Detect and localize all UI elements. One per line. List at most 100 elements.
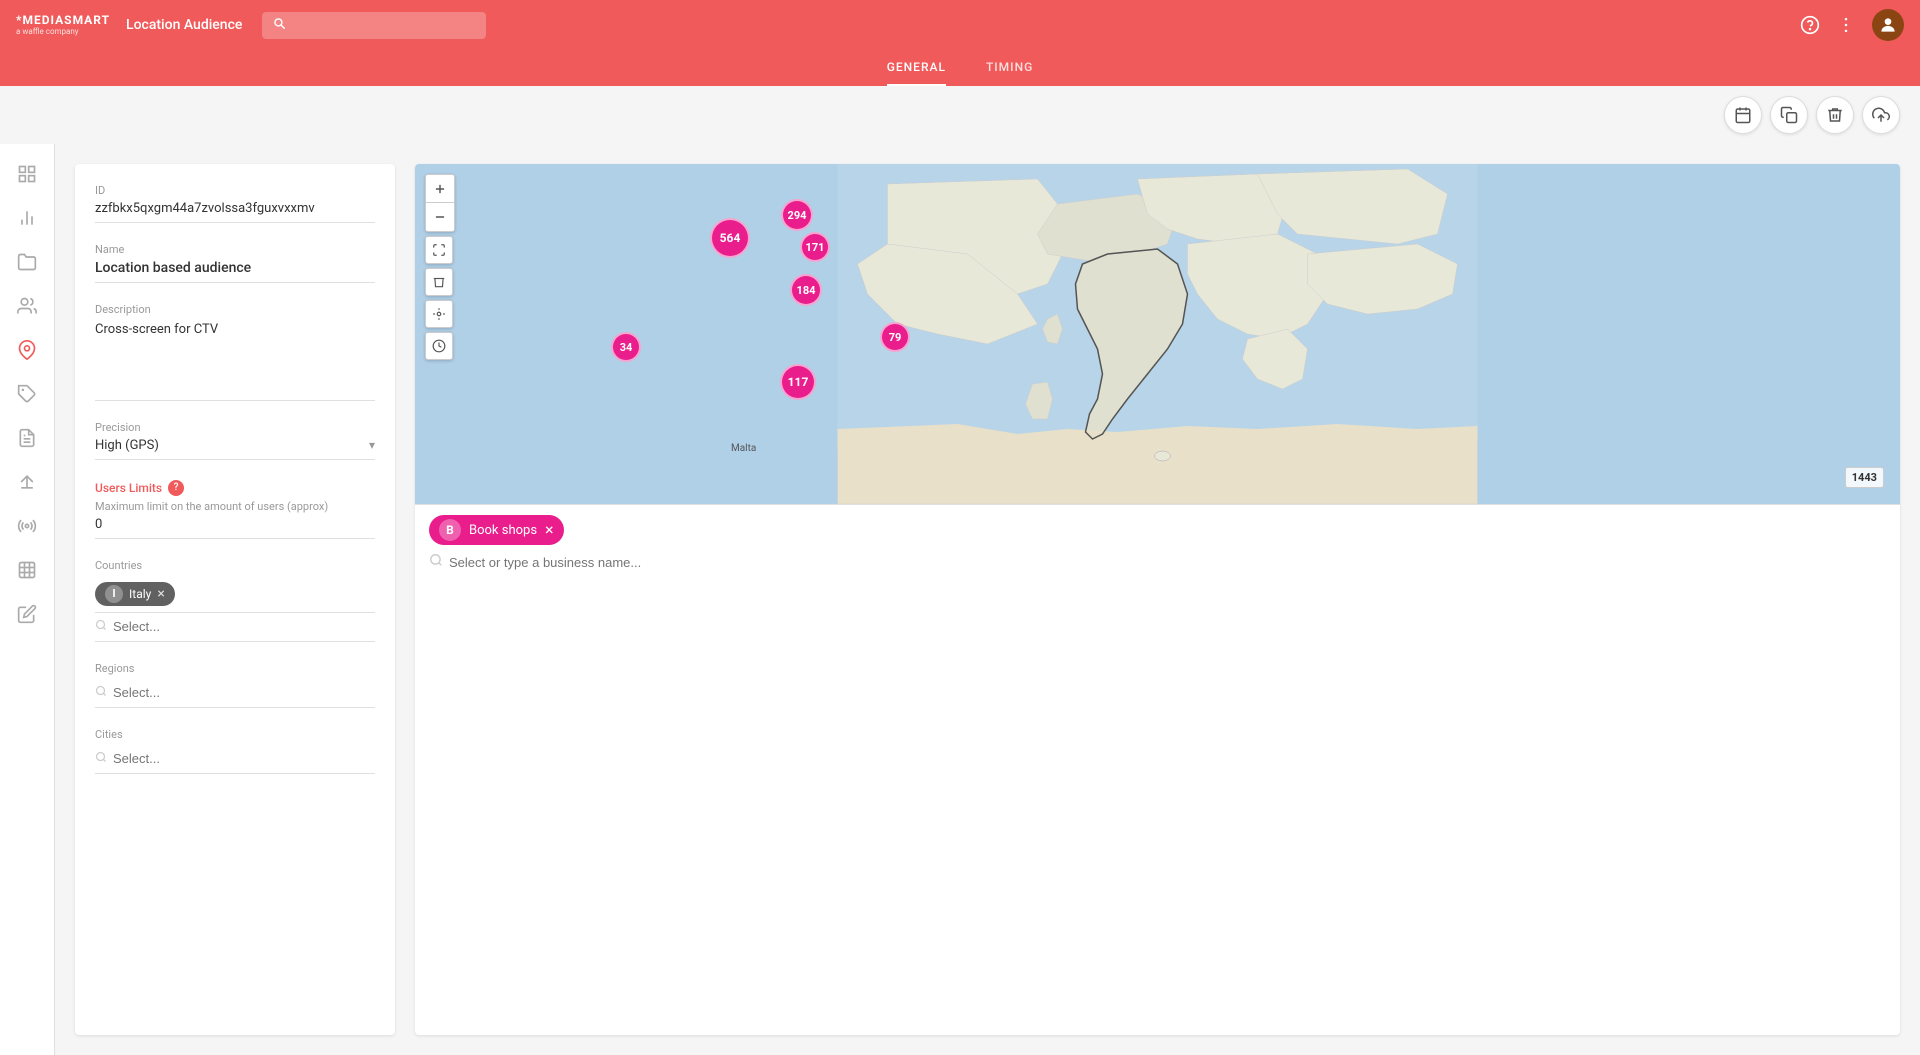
map-controls [425,174,455,360]
map-container[interactable]: 564 294 171 184 34 79 117 1443 Malta [415,164,1900,504]
nav-users[interactable] [7,286,47,326]
users-limits-label: Users Limits ? [95,480,375,496]
business-bar: B Book shops × [415,504,1900,581]
regions-select-wrapper[interactable] [95,679,375,708]
sub-tabs-bar: GENERAL TIMING [0,50,1920,86]
zoom-out-button[interactable] [426,203,454,231]
tab-general[interactable]: GENERAL [887,50,946,86]
name-value: Location based audience [95,260,375,283]
country-tag-italy: I Italy × [95,582,175,606]
nav-home[interactable] [7,154,47,194]
nav-folder[interactable] [7,242,47,282]
countries-search-icon [95,619,107,635]
business-tag-label: Book shops [469,523,537,538]
cluster-117[interactable]: 117 [780,364,816,400]
countries-field-group: Countries I Italy × [95,559,375,642]
description-label: Description [95,303,375,316]
nav-report[interactable] [7,418,47,458]
cluster-294[interactable]: 294 [781,199,813,231]
precision-value: High (GPS) [95,438,159,453]
chevron-down-icon: ▾ [369,438,375,452]
nav-chart[interactable] [7,198,47,238]
id-field-group: ID zzfbkx5qxgm44a7zvolssa3fguxvxxmv [95,184,375,223]
logo-sub: a waffle company [16,27,110,36]
main-layout: ID zzfbkx5qxgm44a7zvolssa3fguxvxxmv Name… [0,144,1920,1055]
left-panel: ID zzfbkx5qxgm44a7zvolssa3fguxvxxmv Name… [75,164,395,1035]
name-label: Name [95,243,375,256]
countries-tag-container: I Italy × [95,576,375,613]
schedule-button[interactable] [1724,96,1762,134]
nav-sort[interactable] [7,462,47,502]
search-wrapper [262,12,712,39]
business-search-row[interactable] [429,553,1886,571]
countries-select-input[interactable] [113,619,375,634]
map-clock-button[interactable] [425,332,453,360]
logo: *MEDIASMART a waffle company [16,14,110,36]
right-panel: 564 294 171 184 34 79 117 1443 Malta [415,164,1900,1035]
business-tag-bookshops: B Book shops × [429,515,564,545]
users-limits-field-group: Users Limits ? Maximum limit on the amou… [95,480,375,539]
map-svg [415,164,1900,504]
avatar[interactable] [1872,9,1904,41]
help-button[interactable] [1800,15,1820,35]
logo-text: *MEDIASMART [16,14,110,27]
action-bar [0,86,1920,144]
precision-field-group: Precision High (GPS) ▾ [95,421,375,460]
upload-button[interactable] [1862,96,1900,134]
name-field-group: Name Location based audience [95,243,375,283]
help-icon[interactable]: ? [168,480,184,496]
business-tag-letter: B [439,519,461,541]
nav-grid[interactable] [7,550,47,590]
map-expand-button[interactable] [425,236,453,264]
users-limits-value: 0 [95,517,375,539]
map-delete-button[interactable] [425,268,453,296]
users-limits-sublabel: Maximum limit on the amount of users (ap… [95,500,375,513]
precision-select[interactable]: High (GPS) ▾ [95,438,375,460]
regions-search-icon [95,685,107,701]
cities-label: Cities [95,728,375,741]
description-field-group: Description Cross-screen for CTV [95,303,375,401]
duplicate-button[interactable] [1770,96,1808,134]
precision-label: Precision [95,421,375,434]
cluster-564[interactable]: 564 [710,218,750,258]
business-tag-row: B Book shops × [429,515,1886,545]
global-search-input[interactable] [262,12,486,39]
cities-select-wrapper[interactable] [95,745,375,774]
zoom-in-button[interactable] [426,175,454,203]
regions-label: Regions [95,662,375,675]
nav-radio[interactable] [7,506,47,546]
zoom-controls [425,174,455,232]
cluster-184[interactable]: 184 [790,274,822,306]
cities-field-group: Cities [95,728,375,774]
map-locate-button[interactable] [425,300,453,328]
id-label: ID [95,184,375,197]
regions-field-group: Regions [95,662,375,708]
nav-tag[interactable] [7,374,47,414]
cluster-171[interactable]: 171 [800,232,830,262]
nav-location[interactable] [7,330,47,370]
business-tag-close[interactable]: × [545,522,554,538]
business-search-icon [429,553,443,571]
id-value: zzfbkx5qxgm44a7zvolssa3fguxvxxmv [95,201,375,223]
content-area: ID zzfbkx5qxgm44a7zvolssa3fguxvxxmv Name… [55,144,1920,1055]
regions-select-input[interactable] [113,685,375,700]
countries-label: Countries [95,559,375,572]
country-tag-close[interactable]: × [157,587,164,601]
sidebar-nav [0,144,55,1055]
countries-select-wrapper[interactable] [95,613,375,642]
tab-timing[interactable]: TIMING [986,50,1033,86]
country-tag-letter: I [105,585,123,603]
top-header: *MEDIASMART a waffle company Location Au… [0,0,1920,50]
nav-edit[interactable] [7,594,47,634]
business-search-input[interactable] [449,555,1886,570]
cluster-79[interactable]: 79 [880,322,910,352]
delete-button[interactable] [1816,96,1854,134]
more-options-button[interactable] [1836,15,1856,35]
country-tag-label: Italy [129,587,151,601]
header-right [1800,9,1904,41]
cluster-1443[interactable]: 1443 [1845,467,1884,488]
cities-search-icon [95,751,107,767]
cluster-34[interactable]: 34 [611,332,641,362]
description-value: Cross-screen for CTV [95,320,375,401]
cities-select-input[interactable] [113,751,375,766]
